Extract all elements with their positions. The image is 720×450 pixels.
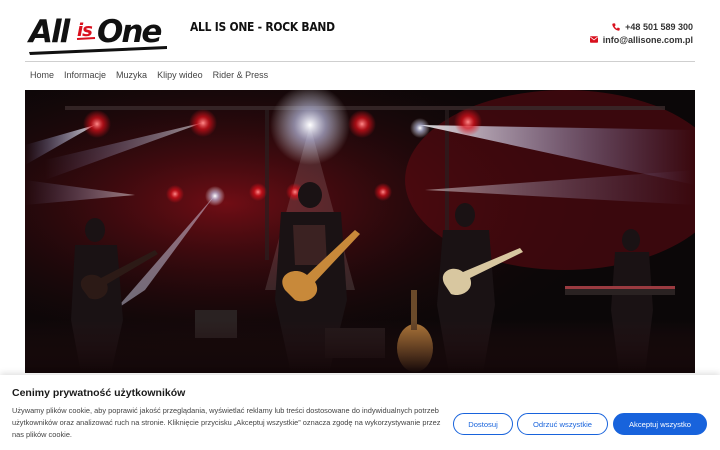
- accept-all-button[interactable]: Akceptuj wszystko: [613, 413, 707, 435]
- nav-item-rider-press[interactable]: Rider & Press: [213, 70, 269, 80]
- nav-item-muzyka[interactable]: Muzyka: [116, 70, 147, 80]
- site-header: All is One ALL IS ONE - ROCK BAND +48 50…: [25, 0, 695, 62]
- main-nav: Home Informacje Muzyka Klipy wideo Rider…: [30, 70, 268, 80]
- band-logo[interactable]: All is One: [26, 8, 172, 58]
- svg-text:All: All: [27, 14, 71, 50]
- nav-item-home[interactable]: Home: [30, 70, 54, 80]
- nav-item-klipy-wideo[interactable]: Klipy wideo: [157, 70, 203, 80]
- cookie-consent-banner: Cenimy prywatność użytkowników Używamy p…: [0, 375, 720, 450]
- customize-button[interactable]: Dostosuj: [453, 413, 513, 435]
- nav-item-informacje[interactable]: Informacje: [64, 70, 106, 80]
- envelope-icon: [589, 36, 598, 43]
- cookie-title: Cenimy prywatność użytkowników: [12, 387, 186, 399]
- email-row[interactable]: info@allisone.com.pl: [589, 33, 693, 46]
- email-address: info@allisone.com.pl: [602, 34, 693, 45]
- band-name: ALL IS ONE - ROCK BAND: [190, 19, 335, 34]
- hero-image: [25, 90, 695, 373]
- phone-row[interactable]: +48 501 589 300: [590, 20, 693, 33]
- contact-info: +48 501 589 300 info@allisone.com.pl: [589, 20, 693, 46]
- phone-number: +48 501 589 300: [625, 21, 693, 32]
- phone-icon: [612, 22, 620, 31]
- svg-text:One: One: [97, 14, 161, 50]
- reject-all-button[interactable]: Odrzuć wszystkie: [517, 413, 608, 435]
- cookie-description: Używamy plików cookie, aby poprawić jako…: [12, 406, 441, 439]
